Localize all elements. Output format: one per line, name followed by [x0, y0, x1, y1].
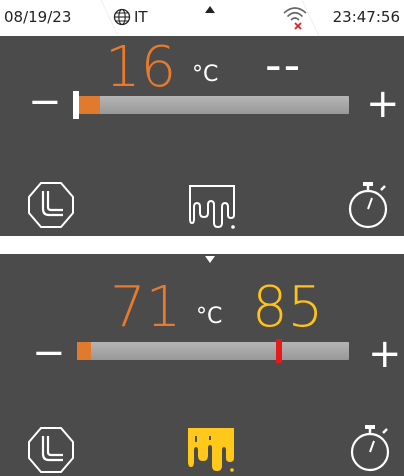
bottom-control-panel: 71 °C 85 − + — [0, 254, 404, 476]
target-marker[interactable] — [276, 339, 282, 363]
target-temperature: 85 — [252, 275, 324, 340]
temperature-slider[interactable] — [73, 91, 349, 119]
slider-thumb[interactable] — [73, 91, 79, 119]
current-temperature: 71 — [110, 275, 182, 340]
language-code: IT — [134, 8, 148, 26]
caret-down-icon[interactable] — [205, 256, 215, 263]
dripping-icon-active[interactable] — [186, 426, 236, 474]
current-temperature: 16 — [105, 35, 177, 100]
temperature-unit: °C — [196, 304, 223, 329]
target-temperature: -- — [265, 38, 303, 92]
timer-icon[interactable] — [347, 424, 393, 472]
status-date: 08/19/23 — [4, 8, 72, 26]
decrease-button[interactable]: − — [32, 333, 66, 373]
increase-button[interactable]: + — [366, 84, 400, 124]
timer-icon[interactable] — [345, 181, 391, 229]
temperature-slider[interactable] — [77, 339, 349, 363]
temperature-unit: °C — [192, 62, 219, 87]
decrease-button[interactable]: − — [28, 82, 62, 122]
slider-fill — [77, 342, 91, 360]
caret-up-icon[interactable] — [205, 6, 215, 13]
dripping-icon[interactable] — [187, 183, 237, 231]
top-control-panel: 08/19/23 IT 23:47:56 16 °C -- − + — [0, 0, 404, 236]
wifi-disconnected-icon — [283, 7, 307, 30]
increase-button[interactable]: + — [368, 334, 402, 374]
status-clock: 23:47:56 — [332, 8, 400, 26]
probe-icon[interactable] — [27, 181, 75, 229]
probe-icon[interactable] — [27, 426, 75, 474]
status-bar: 08/19/23 IT 23:47:56 — [0, 0, 404, 36]
language-selector[interactable]: IT — [113, 8, 148, 26]
globe-icon — [113, 8, 131, 26]
